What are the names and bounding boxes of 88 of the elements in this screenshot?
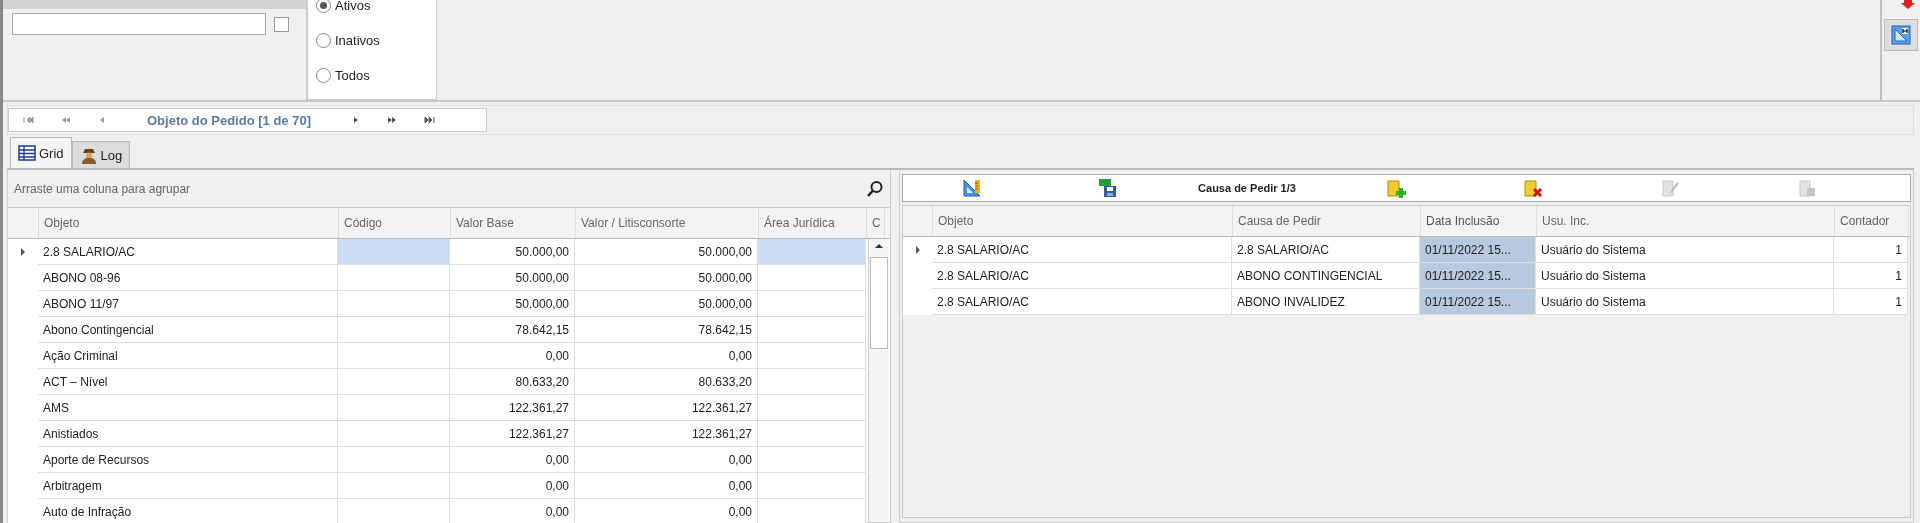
- table-cell: 50.000,00: [575, 265, 758, 291]
- table-cell: ABONO INVALIDEZ: [1232, 289, 1420, 315]
- figure-icon: [79, 146, 98, 164]
- table-cell: 01/11/2022 15...: [1420, 289, 1536, 315]
- column-header[interactable]: Objeto: [933, 206, 1233, 236]
- column-header[interactable]: C: [867, 208, 885, 238]
- group-by-hint: Arraste uma coluna para agrupar: [14, 181, 191, 196]
- search-icon[interactable]: [866, 179, 884, 198]
- table-cell: ABONO 11/97: [38, 291, 338, 317]
- table-cell: Usuário do Sistema: [1536, 237, 1834, 263]
- table-cell: Abono Contingencial: [38, 317, 338, 343]
- status-radio[interactable]: Ativos: [316, 0, 436, 14]
- status-radio[interactable]: Inativos: [316, 31, 436, 49]
- table-cell: 50.000,00: [575, 291, 758, 317]
- table-cell: 122.361,27: [450, 395, 575, 421]
- previous-page-icon[interactable]: [60, 115, 72, 125]
- table-cell: ABONO CONTINGENCIAL: [1232, 263, 1420, 289]
- toolbar-title: Causa de Pedir 1/3: [1197, 182, 1297, 194]
- spreadsheet-save-icon[interactable]: [1098, 179, 1119, 197]
- table-cell: 1: [1834, 237, 1908, 263]
- table-cell: ACT – Nível: [38, 369, 338, 395]
- row-pointer-icon: [914, 246, 921, 254]
- table-cell: Usuário do Sistema: [1536, 289, 1834, 315]
- view-tab[interactable]: Log: [71, 141, 131, 168]
- next-record-icon[interactable]: [351, 115, 360, 125]
- arrow-down-icon[interactable]: [1901, 0, 1915, 9]
- column-header[interactable]: Causa de Pedir: [1233, 206, 1421, 236]
- row-pointer-icon: [20, 248, 26, 256]
- ruler-icon: [1891, 25, 1911, 45]
- table-cell: 0,00: [450, 447, 575, 473]
- table-icon: [18, 145, 36, 161]
- table-cell: Anistiados: [38, 421, 338, 447]
- status-radio[interactable]: Todos: [316, 66, 436, 84]
- table-cell: 2.8 SALARIO/AC: [38, 239, 338, 265]
- table-cell: 2.8 SALARIO/AC: [932, 263, 1232, 289]
- add-record-icon[interactable]: [1385, 178, 1406, 198]
- ruler-icon[interactable]: [962, 179, 981, 197]
- column-header[interactable]: Valor / Litisconsorte: [576, 208, 759, 238]
- vertical-scrollbar[interactable]: [868, 239, 889, 522]
- table-cell: 80.633,20: [450, 369, 575, 395]
- table-cell: 01/11/2022 15...: [1420, 237, 1536, 263]
- previous-record-icon[interactable]: [98, 115, 106, 125]
- table-cell: 1: [1834, 289, 1908, 315]
- table-cell: Aporte de Recursos: [38, 447, 338, 473]
- table-cell: Arbitragem: [38, 473, 338, 499]
- next-page-icon[interactable]: [385, 115, 398, 125]
- layout-button[interactable]: [1884, 19, 1918, 51]
- first-record-icon[interactable]: [22, 115, 34, 125]
- table-cell: 01/11/2022 15...: [1420, 263, 1536, 289]
- column-header[interactable]: Valor Base: [451, 208, 576, 238]
- table-cell: AMS: [38, 395, 338, 421]
- view-tab[interactable]: Grid: [10, 137, 72, 168]
- table-cell: 1: [1834, 263, 1908, 289]
- delete-record-icon[interactable]: [1522, 178, 1543, 198]
- column-header[interactable]: Código: [339, 208, 451, 238]
- table-cell: 0,00: [575, 447, 758, 473]
- table-cell: 2.8 SALARIO/AC: [1232, 237, 1420, 263]
- table-cell: 0,00: [575, 473, 758, 499]
- column-header[interactable]: Objeto: [39, 208, 339, 238]
- last-record-icon[interactable]: [423, 115, 436, 125]
- table-cell: 2.8 SALARIO/AC: [932, 289, 1232, 315]
- table-cell: 122.361,27: [450, 421, 575, 447]
- table-cell: 0,00: [450, 473, 575, 499]
- column-header[interactable]: Usu. Inc.: [1537, 206, 1835, 236]
- table-cell: 78.642,15: [575, 317, 758, 343]
- column-header[interactable]: Data Inclusão: [1421, 206, 1537, 236]
- table-cell: 50.000,00: [575, 239, 758, 265]
- table-cell: Ação Criminal: [38, 343, 338, 369]
- table-cell: 0,00: [575, 499, 758, 523]
- table-cell: 0,00: [450, 499, 575, 523]
- column-header[interactable]: Contador: [1835, 206, 1909, 236]
- table-cell: Usuário do Sistema: [1536, 263, 1834, 289]
- table-cell: 0,00: [450, 343, 575, 369]
- table-cell: 78.642,15: [450, 317, 575, 343]
- filter-input[interactable]: [12, 13, 266, 35]
- table-cell: 122.361,27: [575, 395, 758, 421]
- navigator-title: Objeto do Pedido [1 de 70]: [147, 112, 311, 128]
- column-header[interactable]: Área Jurídica: [759, 208, 867, 238]
- table-cell: 50.000,00: [450, 239, 575, 265]
- table-cell: ABONO 08-96: [38, 265, 338, 291]
- table-cell: Auto de Infração: [38, 499, 338, 523]
- table-cell: 122.361,27: [575, 421, 758, 447]
- table-cell: 0,00: [575, 343, 758, 369]
- table-cell: 50.000,00: [450, 265, 575, 291]
- table-cell: 50.000,00: [450, 291, 575, 317]
- filter-checkbox[interactable]: [274, 16, 289, 32]
- table-cell: 2.8 SALARIO/AC: [932, 237, 1232, 263]
- table-cell: 80.633,20: [575, 369, 758, 395]
